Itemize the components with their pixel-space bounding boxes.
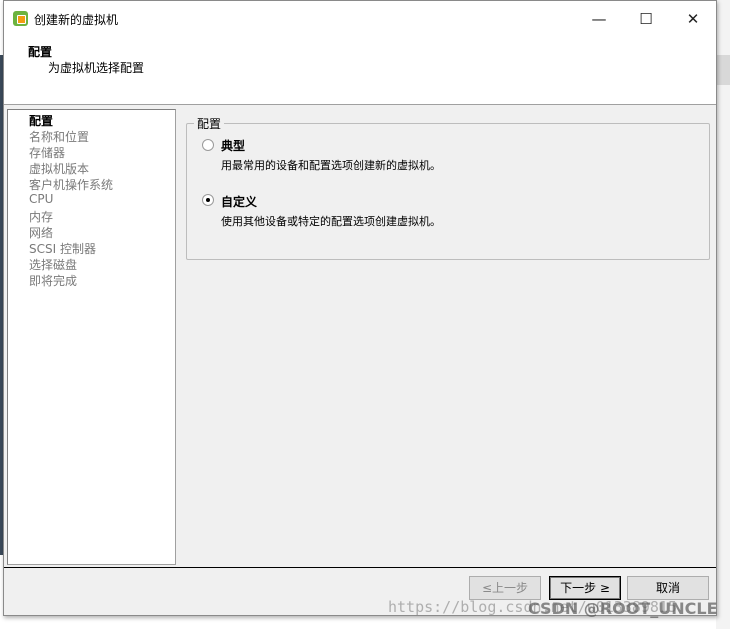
cancel-button[interactable]: 取消 (627, 576, 709, 600)
background-app-right (716, 0, 730, 629)
close-button[interactable]: ✕ (670, 7, 716, 31)
wizard-steps: 配置 名称和位置 存储器 虚拟机版本 客户机操作系统 CPU 内存 网络 SCS… (7, 109, 176, 565)
step-scsi: SCSI 控制器 (29, 242, 96, 256)
create-vm-dialog: 创建新的虚拟机 — ☐ ✕ 配置 为虚拟机选择配置 配置 名称和位置 存储器 虚… (3, 0, 717, 616)
vsphere-logo-icon (13, 11, 28, 26)
window-title: 创建新的虚拟机 (34, 13, 119, 27)
typical-description: 用最常用的设备和配置选项创建新的虚拟机。 (221, 159, 441, 172)
step-config: 配置 (29, 114, 54, 128)
step-select-disk: 选择磁盘 (29, 258, 78, 272)
step-vm-version: 虚拟机版本 (29, 162, 90, 176)
config-group-legend: 配置 (194, 115, 225, 132)
typical-radio[interactable] (202, 139, 214, 151)
maximize-button[interactable]: ☐ (623, 7, 669, 31)
custom-radio[interactable] (202, 194, 214, 206)
step-name-location: 名称和位置 (29, 130, 90, 144)
footer-divider (4, 567, 716, 568)
custom-label[interactable]: 自定义 (221, 193, 257, 210)
minimize-button[interactable]: — (576, 7, 622, 31)
config-group (186, 123, 710, 260)
step-guest-os: 客户机操作系统 (29, 178, 114, 192)
step-network: 网络 (29, 226, 54, 240)
watermark-brand: CSDN @ROOT_UNCLE (528, 599, 718, 618)
back-button[interactable]: ≤上一步 (469, 576, 541, 600)
page-subtitle: 为虚拟机选择配置 (48, 61, 145, 75)
step-memory: 内存 (29, 210, 54, 224)
title-bar: 创建新的虚拟机 — ☐ ✕ (4, 1, 716, 37)
custom-description: 使用其他设备或特定的配置选项创建虚拟机。 (221, 215, 441, 228)
typical-label[interactable]: 典型 (221, 137, 245, 154)
step-cpu: CPU (29, 192, 54, 206)
step-storage: 存储器 (29, 146, 66, 160)
step-ready: 即将完成 (29, 274, 78, 288)
wizard-header: 配置 为虚拟机选择配置 (4, 37, 716, 105)
next-button[interactable]: 下一步 ≥ (549, 576, 621, 600)
page-title: 配置 (28, 45, 53, 59)
